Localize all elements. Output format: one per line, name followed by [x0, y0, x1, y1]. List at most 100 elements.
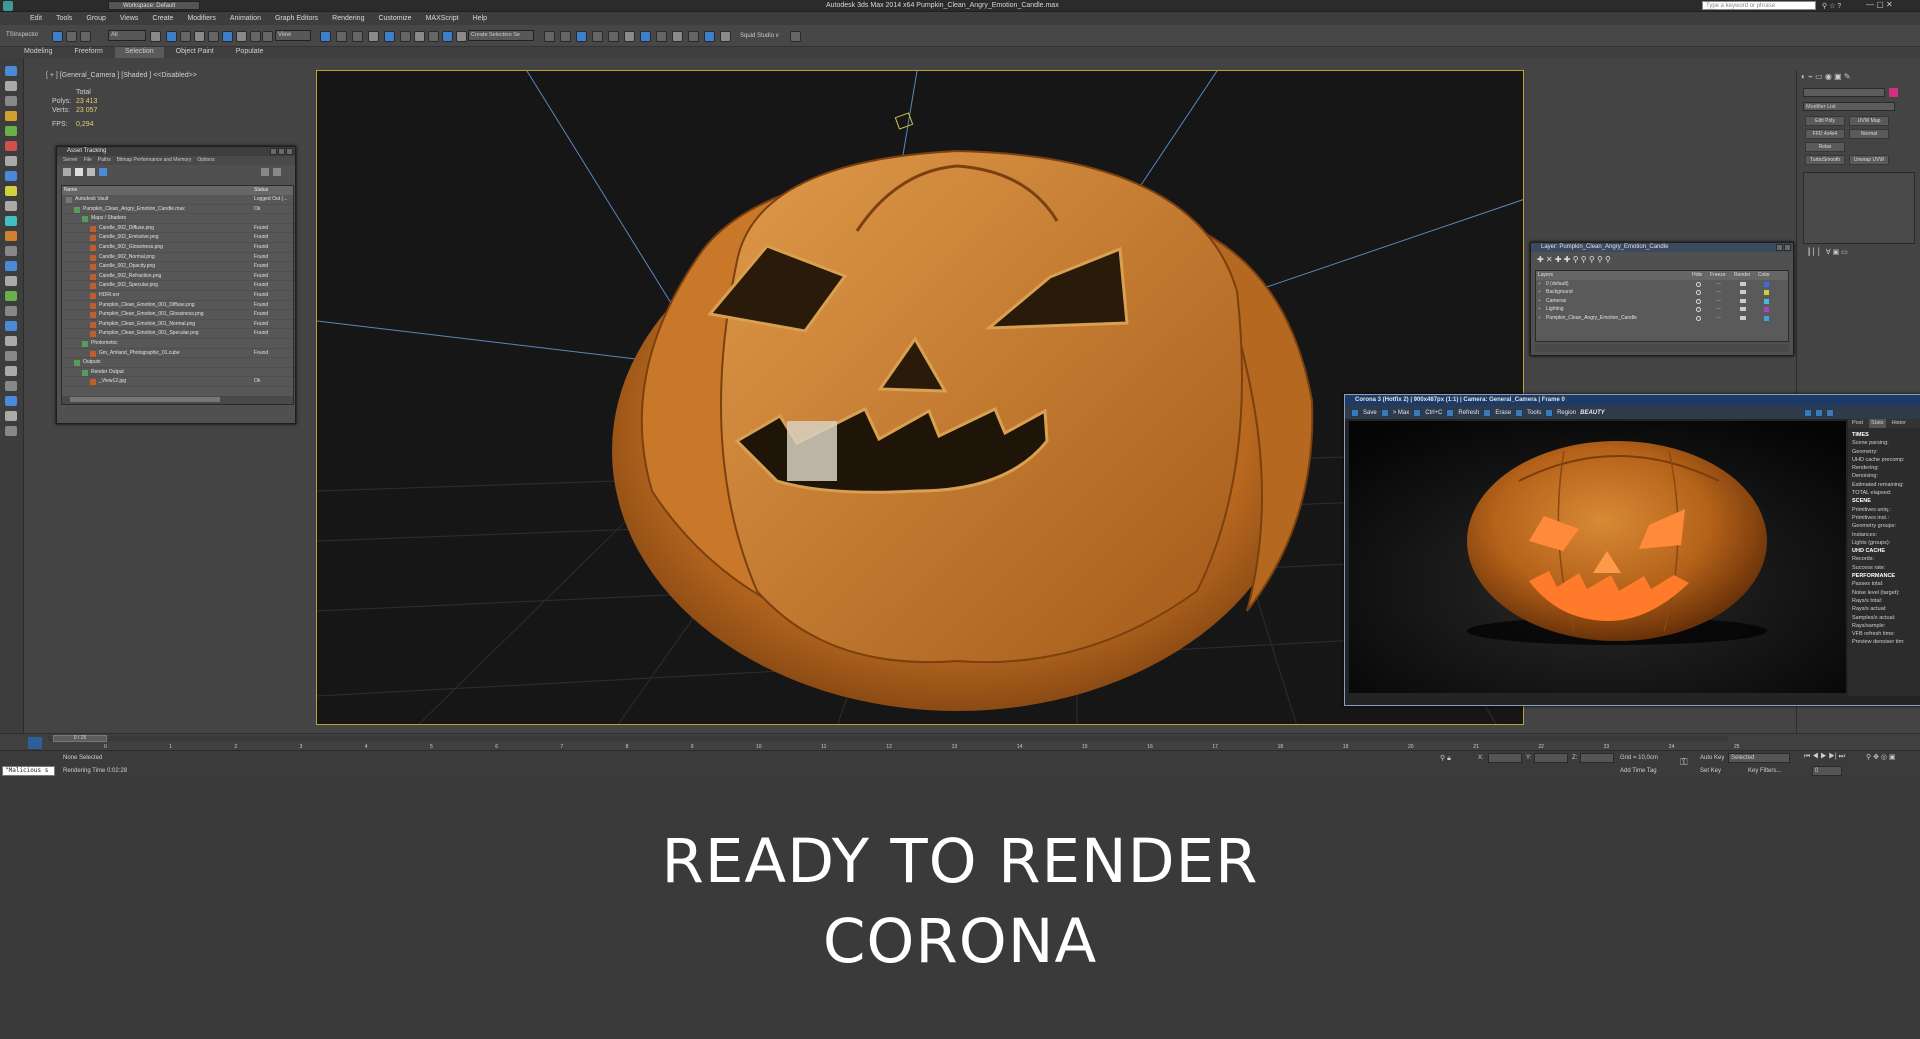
toolbar-tool-icon[interactable]	[608, 31, 619, 42]
left-tool-icon[interactable]	[5, 231, 17, 241]
asset-list[interactable]: Name Status Autodesk Vault Logged Out (..…	[61, 185, 294, 405]
asset-row[interactable]: Candle_002_Diffuse.png Found	[62, 224, 293, 234]
minimize-button[interactable]	[270, 148, 277, 155]
current-frame-field[interactable]: 0	[1812, 766, 1842, 776]
vfb-save-button[interactable]: Save	[1363, 410, 1377, 416]
asset-row[interactable]: Pumpkin_Clean_Angry_Emotion_Candle.max Ok	[62, 205, 293, 215]
toolbar-tool-icon[interactable]	[320, 31, 331, 42]
toolbar-tool-icon[interactable]	[624, 31, 635, 42]
asset-horizontal-scrollbar[interactable]	[62, 396, 293, 404]
asset-row[interactable]: Candle_002_Specular.png Found	[62, 281, 293, 291]
layer-row[interactable]: + Background —	[1536, 288, 1788, 297]
toolbar-tool-icon[interactable]	[428, 31, 439, 42]
toolbar-tool-icon[interactable]	[352, 31, 363, 42]
to-max-icon[interactable]	[1380, 408, 1389, 417]
hide-toggle[interactable]	[1696, 290, 1701, 295]
toolbar-tool-icon[interactable]	[442, 31, 453, 42]
layer-expand-icon[interactable]: +	[1538, 305, 1541, 314]
window-controls[interactable]: — ▢ ✕	[1866, 0, 1893, 9]
mini-curve-editor-icon[interactable]	[28, 737, 42, 749]
asset-row[interactable]: Autodesk Vault Logged Out (...	[62, 195, 293, 205]
squid-studio-label[interactable]: Squid Studio v	[740, 33, 779, 39]
toolbar-tool-icon[interactable]	[560, 31, 571, 42]
render-channel-dropdown[interactable]: BEAUTY	[1580, 410, 1700, 416]
object-name-field[interactable]	[1803, 88, 1885, 97]
set-key-button[interactable]: Set Key	[1700, 768, 1721, 774]
asset-menu-bitmap[interactable]: Bitmap Performance and Memory	[117, 156, 192, 165]
object-color-swatch[interactable]	[1889, 88, 1898, 97]
render-toggle-icon[interactable]	[1740, 307, 1746, 311]
left-tool-icon[interactable]	[5, 411, 17, 421]
hide-toggle[interactable]	[1696, 281, 1701, 287]
menu-modifiers[interactable]: Modifiers	[187, 15, 215, 22]
copy-icon[interactable]	[1413, 408, 1422, 417]
toolbar-tool-icon[interactable]	[790, 31, 801, 42]
ts-inspector-label[interactable]: TSInspector	[6, 32, 38, 38]
x-coord-field[interactable]	[1488, 753, 1522, 763]
freeze-toggle[interactable]: —	[1716, 297, 1721, 306]
selection-filter-dropdown[interactable]: All	[108, 30, 146, 41]
hide-toggle[interactable]	[1696, 298, 1701, 304]
left-tool-icon[interactable]	[5, 426, 17, 436]
left-tool-icon[interactable]	[5, 126, 17, 136]
asset-row[interactable]: Candle_002_Normal.png Found	[62, 253, 293, 263]
search-input[interactable]: Type a keyword or phrase	[1702, 1, 1816, 10]
toolbar-tool-icon[interactable]	[262, 31, 273, 42]
toolbar-tool-icon[interactable]	[414, 31, 425, 42]
toolbar-tool-icon[interactable]	[150, 31, 161, 42]
left-tool-icon[interactable]	[5, 396, 17, 406]
column-name-header[interactable]: Name	[64, 186, 77, 195]
menu-edit[interactable]: Edit	[30, 15, 42, 22]
toolbar-tool-icon[interactable]	[688, 31, 699, 42]
toolbar-tool-icon[interactable]	[640, 31, 651, 42]
menu-views[interactable]: Views	[120, 15, 139, 22]
ribbon-tab-selection[interactable]: Selection	[114, 47, 164, 58]
asset-menu-paths[interactable]: Paths	[98, 156, 111, 165]
asset-row[interactable]: Candle_002_Opacity.png Found	[62, 262, 293, 272]
layer-color-swatch[interactable]	[1764, 290, 1769, 295]
layer-name[interactable]: Background	[1546, 288, 1573, 297]
menu-tools[interactable]: Tools	[56, 15, 72, 22]
asset-row[interactable]: Pumpkin_Clean_Emotion_001_Glossiness.png…	[62, 310, 293, 320]
asset-row[interactable]: Candle_002_Emissive.png Found	[62, 233, 293, 243]
help-icon[interactable]	[261, 168, 269, 176]
menu-animation[interactable]: Animation	[230, 15, 261, 22]
layer-row[interactable]: + Cameras —	[1536, 297, 1788, 306]
layer-expand-icon[interactable]: +	[1538, 297, 1541, 306]
time-slider-track[interactable]	[48, 736, 1728, 741]
corona-vfb-window[interactable]: Corona 3 (Hotfix 2) | 900x487px (1:1) | …	[1344, 394, 1920, 706]
layer-close-button[interactable]	[1784, 244, 1791, 251]
menu-create[interactable]: Create	[152, 15, 173, 22]
asset-row[interactable]: Candle_002_Refraction.png Found	[62, 272, 293, 282]
edit-poly-button[interactable]: Edit Poly	[1805, 116, 1845, 126]
layer-expand-icon[interactable]: +	[1538, 288, 1541, 297]
render-toggle-icon[interactable]	[1740, 290, 1746, 294]
left-tool-icon[interactable]	[5, 216, 17, 226]
toolbar-tool-icon[interactable]	[672, 31, 683, 42]
toolbar-tool-icon[interactable]	[194, 31, 205, 42]
toolbar-tool-icon[interactable]	[592, 31, 603, 42]
time-slider-thumb[interactable]: 0 / 25	[53, 735, 107, 742]
layer-manager-window[interactable]: Layer: Pumpkin_Clean_Angry_Emotion_Candl…	[1530, 242, 1794, 356]
left-tool-icon[interactable]	[5, 246, 17, 256]
uvw-map-button[interactable]: UVW Map	[1849, 116, 1889, 126]
left-tool-icon[interactable]	[5, 81, 17, 91]
layer-name[interactable]: 0 (default)	[1546, 280, 1569, 289]
layer-name[interactable]: Cameras	[1546, 297, 1566, 306]
toolbar-tool-icon[interactable]	[166, 31, 177, 42]
toolbar-tool-icon[interactable]	[180, 31, 191, 42]
menu-group[interactable]: Group	[86, 15, 105, 22]
ribbon-tab-modeling[interactable]: Modeling	[14, 47, 62, 58]
close-button[interactable]	[286, 148, 293, 155]
column-status-header[interactable]: Status	[254, 186, 268, 195]
playback-controls[interactable]: ⏮ ◀ ▶ ▶| ⏭	[1804, 753, 1845, 761]
menu-graph-editors[interactable]: Graph Editors	[275, 15, 318, 22]
maximize-button[interactable]	[278, 148, 285, 155]
ribbon-tab-freeform[interactable]: Freeform	[64, 47, 112, 58]
layer-row[interactable]: +0 (default) —	[1536, 280, 1788, 289]
toolbar-tool-icon[interactable]	[222, 31, 233, 42]
left-tool-icon[interactable]	[5, 336, 17, 346]
viewport-navigation-icons[interactable]: ⚲ ✥ ◎ ▣	[1866, 753, 1896, 761]
erase-icon[interactable]	[1483, 408, 1492, 417]
toolbar-tool-icon[interactable]	[336, 31, 347, 42]
